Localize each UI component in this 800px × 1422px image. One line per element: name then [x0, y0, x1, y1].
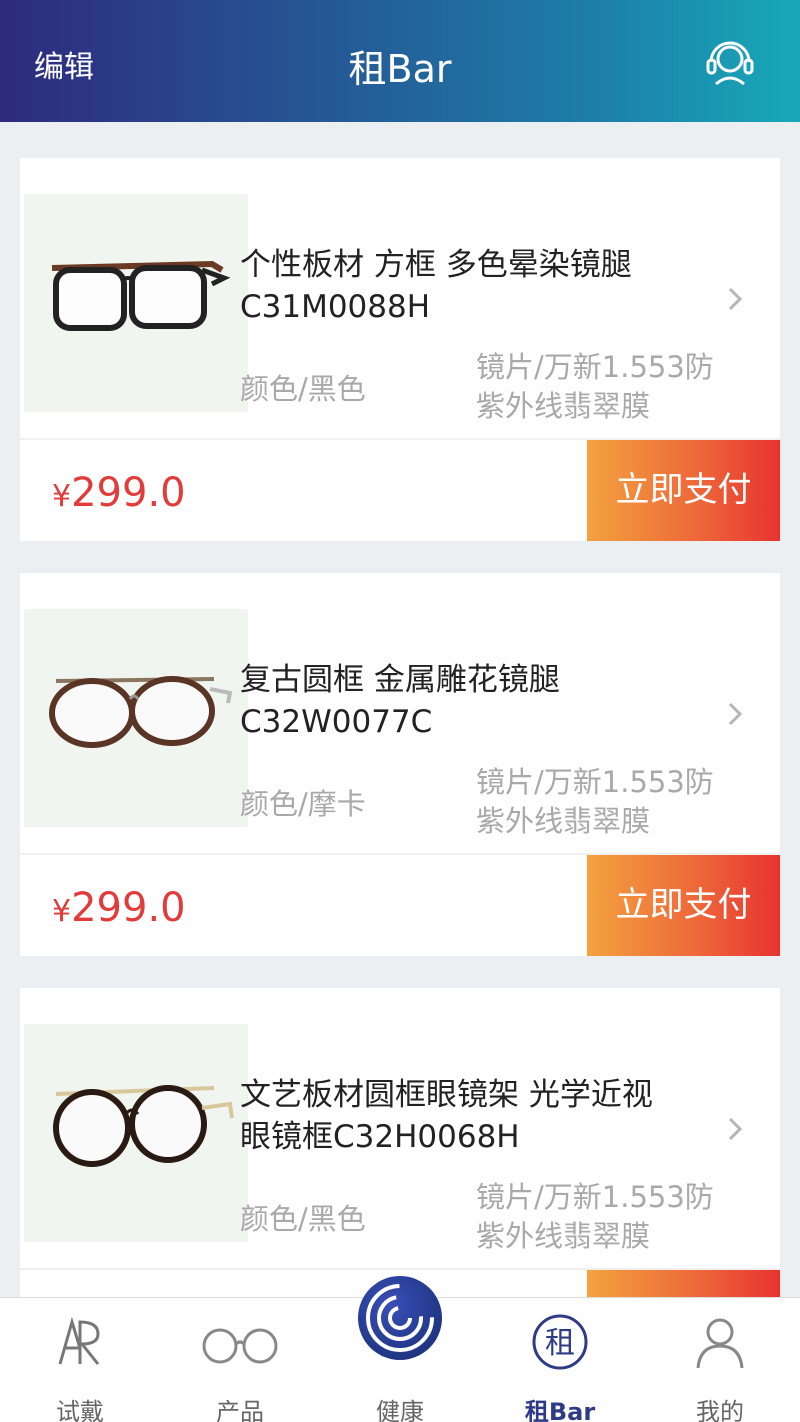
product-model: C31M0088H — [240, 289, 431, 325]
product-image — [24, 609, 248, 827]
price-value: 299.0 — [71, 470, 186, 516]
lens-line1: 镜片/万新1.553防 — [476, 350, 714, 384]
product-name: 文艺板材圆框眼镜架 光学近视 眼镜框C32H0068H — [240, 1074, 720, 1158]
product-lens: 镜片/万新1.553防 紫外线翡翠膜 — [476, 763, 726, 841]
chevron-right-icon[interactable] — [726, 285, 744, 313]
product-image — [24, 1024, 248, 1242]
tab-label: 产品 — [216, 1398, 264, 1422]
glasses-round-image — [53, 1085, 234, 1167]
glasses-icon — [202, 1328, 278, 1364]
tab-rent-bar[interactable]: 租 租Bar — [480, 1298, 640, 1422]
product-image — [24, 194, 248, 412]
customer-service-headset-icon[interactable] — [702, 34, 758, 90]
currency-symbol: ¥ — [52, 479, 72, 514]
product-price: ¥299.0 — [52, 470, 186, 516]
product-name-line1: 复古圆框 金属雕花镜腿 — [240, 662, 560, 698]
currency-symbol: ¥ — [52, 894, 72, 929]
lens-line2: 紫外线翡翠膜 — [476, 804, 651, 838]
tab-label: 我的 — [696, 1398, 744, 1422]
page-title: 租Bar — [348, 47, 452, 91]
top-nav-bar: 编辑 租Bar — [0, 0, 800, 122]
product-color: 颜色/摩卡 — [240, 787, 366, 821]
tab-label: 试戴 — [56, 1398, 104, 1422]
product-color: 颜色/黑色 — [240, 1202, 366, 1236]
product-lens: 镜片/万新1.553防 紫外线翡翠膜 — [476, 348, 726, 426]
lens-line1: 镜片/万新1.553防 — [476, 765, 714, 799]
pay-now-button[interactable]: 立即支付 — [587, 855, 780, 956]
lens-line2: 紫外线翡翠膜 — [476, 1219, 651, 1253]
tab-label: 健康 — [376, 1398, 424, 1422]
rent-icon: 租 — [532, 1314, 588, 1370]
svg-text:租: 租 — [545, 1326, 575, 1361]
tab-products[interactable]: 产品 — [160, 1298, 320, 1422]
lens-line2: 紫外线翡翠膜 — [476, 389, 651, 423]
product-model: 眼镜框C32H0068H — [240, 1119, 520, 1155]
product-card[interactable]: 复古圆框 金属雕花镜腿 C32W0077C 颜色/摩卡 镜片/万新1.553防 … — [20, 573, 780, 956]
product-name: 个性板材 方框 多色晕染镜腿 C31M0088H — [240, 244, 720, 328]
tab-label: 租Bar — [524, 1398, 596, 1422]
product-color: 颜色/黑色 — [240, 372, 366, 406]
product-price: ¥299.0 — [52, 885, 186, 931]
product-lens: 镜片/万新1.553防 紫外线翡翠膜 — [476, 1178, 726, 1256]
tab-try-on[interactable]: 试戴 — [0, 1298, 160, 1422]
product-name-line1: 文艺板材圆框眼镜架 光学近视 — [240, 1077, 653, 1113]
product-name: 复古圆框 金属雕花镜腿 C32W0077C — [240, 659, 720, 743]
product-card[interactable]: 个性板材 方框 多色晕染镜腿 C31M0088H 颜色/黑色 镜片/万新1.55… — [20, 158, 780, 541]
price-value: 299.0 — [71, 885, 186, 931]
user-icon — [696, 1318, 744, 1369]
ar-icon — [58, 1316, 100, 1365]
pay-now-button[interactable]: 立即支付 — [587, 440, 780, 541]
health-logo-icon[interactable] — [358, 1276, 442, 1360]
tab-mine[interactable]: 我的 — [640, 1298, 800, 1422]
product-model: C32W0077C — [240, 704, 433, 740]
lens-line1: 镜片/万新1.553防 — [476, 1180, 714, 1214]
glasses-square-image — [51, 260, 231, 331]
glasses-retro-round-image — [49, 676, 233, 748]
chevron-right-icon[interactable] — [726, 700, 744, 728]
product-name-line1: 个性板材 方框 多色晕染镜腿 — [240, 247, 632, 283]
chevron-right-icon[interactable] — [726, 1115, 744, 1143]
